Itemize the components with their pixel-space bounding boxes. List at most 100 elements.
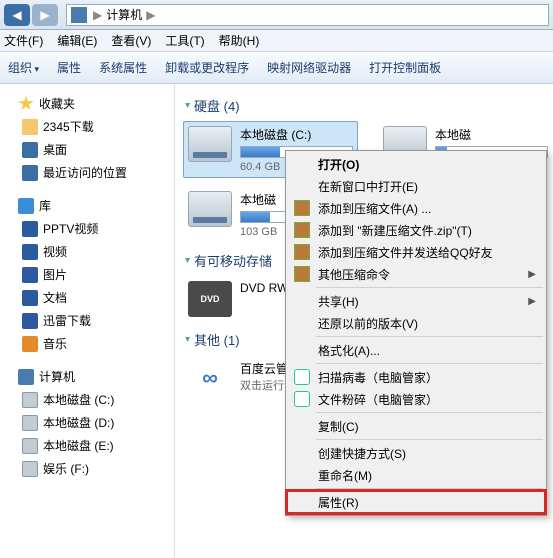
sidebar-item-drive-c[interactable]: 本地磁盘 (C:)	[4, 388, 170, 411]
sidebar-item-xunlei[interactable]: 迅雷下载	[4, 309, 170, 332]
context-item-label: 添加到压缩文件(A) ...	[318, 200, 431, 217]
nav-forward-button[interactable]: ▶	[32, 4, 58, 26]
context-item[interactable]: 格式化(A)...	[288, 339, 544, 361]
sidebar-item-music[interactable]: 音乐	[4, 332, 170, 355]
context-item[interactable]: 复制(C)	[288, 415, 544, 437]
context-menu: 打开(O) 在新窗口中打开(E) 添加到压缩文件(A) ... 添加到 "新建压缩文件…	[285, 150, 547, 516]
context-item[interactable]: 在新窗口中打开(E)	[288, 175, 544, 197]
menu-edit[interactable]: 编辑(E)	[57, 32, 97, 49]
context-item[interactable]: 属性(R)	[288, 491, 544, 513]
context-separator	[316, 488, 543, 489]
section-hdd[interactable]: 硬盘 (4)	[185, 96, 553, 115]
drive-icon	[22, 392, 38, 408]
zip-icon	[294, 200, 310, 216]
drive-label: 本地磁盘 (C:)	[240, 126, 353, 143]
toolbar-system-props[interactable]: 系统属性	[99, 59, 147, 76]
context-item-label: 打开(O)	[318, 156, 359, 173]
breadcrumb-sep: ▶	[91, 8, 104, 22]
context-item-label: 还原以前的版本(V)	[318, 315, 418, 332]
breadcrumb-sep: ▶	[144, 8, 157, 22]
computer-icon	[18, 369, 34, 385]
dvd-icon: DVD	[188, 281, 232, 317]
zip-icon	[294, 244, 310, 260]
qq-icon	[294, 369, 310, 385]
context-item-label: 添加到 "新建压缩文件.zip"(T)	[318, 222, 472, 239]
sidebar-item-documents[interactable]: 文档	[4, 286, 170, 309]
sidebar-item-desktop[interactable]: 桌面	[4, 138, 170, 161]
zip-icon	[294, 266, 310, 282]
context-item[interactable]: 共享(H)▶	[288, 290, 544, 312]
context-item[interactable]: 添加到压缩文件(A) ...	[288, 197, 544, 219]
drive-icon	[188, 191, 232, 227]
toolbar-uninstall[interactable]: 卸载或更改程序	[165, 59, 249, 76]
context-separator	[316, 412, 543, 413]
baidu-icon: ∞	[188, 360, 232, 396]
context-item[interactable]: 文件粉碎（电脑管家）	[288, 388, 544, 410]
sidebar-item-drive-d[interactable]: 本地磁盘 (D:)	[4, 411, 170, 434]
context-item[interactable]: 扫描病毒（电脑管家）	[288, 366, 544, 388]
context-item[interactable]: 创建快捷方式(S)	[288, 442, 544, 464]
toolbar-properties[interactable]: 属性	[57, 59, 81, 76]
desktop-icon	[22, 142, 38, 158]
sidebar-libraries-head[interactable]: 库	[4, 194, 170, 217]
context-separator	[316, 439, 543, 440]
sidebar: 收藏夹 2345下载 桌面 最近访问的位置 库 PPTV视频 视频 图片 文档 …	[0, 84, 175, 558]
toolbar-map-drive[interactable]: 映射网络驱动器	[267, 59, 351, 76]
video-icon	[22, 244, 38, 260]
submenu-arrow-icon: ▶	[528, 269, 536, 280]
sidebar-item-drive-f[interactable]: 娱乐 (F:)	[4, 457, 170, 480]
library-icon	[18, 198, 34, 214]
context-item[interactable]: 添加到 "新建压缩文件.zip"(T)	[288, 219, 544, 241]
sidebar-item-recent[interactable]: 最近访问的位置	[4, 161, 170, 184]
sidebar-item-pictures[interactable]: 图片	[4, 263, 170, 286]
breadcrumb-computer[interactable]: 计算机	[104, 6, 144, 23]
context-item-label: 属性(R)	[318, 494, 359, 511]
context-item[interactable]: 其他压缩命令 ▶	[288, 263, 544, 285]
download-icon	[22, 313, 38, 329]
sidebar-favorites: 收藏夹 2345下载 桌面 最近访问的位置	[4, 92, 170, 184]
sidebar-favorites-head[interactable]: 收藏夹	[4, 92, 170, 115]
context-separator	[316, 287, 543, 288]
menu-view[interactable]: 查看(V)	[111, 32, 151, 49]
video-icon	[22, 221, 38, 237]
sidebar-computer-head[interactable]: 计算机	[4, 365, 170, 388]
computer-icon	[71, 7, 87, 23]
nav-back-button[interactable]: ◀	[4, 4, 30, 26]
context-item[interactable]: 重命名(M)	[288, 464, 544, 486]
context-item-label: 创建快捷方式(S)	[318, 445, 406, 462]
drive-icon	[22, 415, 38, 431]
context-item-label: 其他压缩命令	[318, 266, 390, 283]
context-separator	[316, 336, 543, 337]
submenu-arrow-icon: ▶	[528, 296, 536, 307]
context-item-label: 格式化(A)...	[318, 342, 380, 359]
context-item-label: 重命名(M)	[318, 467, 372, 484]
drive-label: 本地磁	[435, 126, 548, 143]
toolbar-organize[interactable]: 组织	[8, 59, 39, 76]
sidebar-item-pptv[interactable]: PPTV视频	[4, 217, 170, 240]
menu-tools[interactable]: 工具(T)	[165, 32, 204, 49]
music-icon	[22, 336, 38, 352]
context-item[interactable]: 打开(O)	[288, 153, 544, 175]
sidebar-computer-label: 计算机	[39, 368, 75, 385]
sidebar-libraries: 库 PPTV视频 视频 图片 文档 迅雷下载 音乐	[4, 194, 170, 355]
titlebar: ◀ ▶ ▶ 计算机 ▶	[0, 0, 553, 30]
picture-icon	[22, 267, 38, 283]
context-item[interactable]: 添加到压缩文件并发送给QQ好友	[288, 241, 544, 263]
menubar: 文件(F) 编辑(E) 查看(V) 工具(T) 帮助(H)	[0, 30, 553, 52]
qq-icon	[294, 391, 310, 407]
sidebar-libraries-label: 库	[39, 197, 51, 214]
sidebar-item-drive-e[interactable]: 本地磁盘 (E:)	[4, 434, 170, 457]
address-bar[interactable]: ▶ 计算机 ▶	[66, 4, 549, 26]
sidebar-item-2345[interactable]: 2345下载	[4, 115, 170, 138]
menu-file[interactable]: 文件(F)	[4, 32, 43, 49]
folder-icon	[22, 119, 38, 135]
menu-help[interactable]: 帮助(H)	[219, 32, 260, 49]
toolbar-control-panel[interactable]: 打开控制面板	[369, 59, 441, 76]
sidebar-item-video[interactable]: 视频	[4, 240, 170, 263]
toolbar: 组织 属性 系统属性 卸载或更改程序 映射网络驱动器 打开控制面板	[0, 52, 553, 84]
context-item[interactable]: 还原以前的版本(V)	[288, 312, 544, 334]
context-separator	[316, 363, 543, 364]
context-item-label: 添加到压缩文件并发送给QQ好友	[318, 244, 493, 261]
context-item-label: 在新窗口中打开(E)	[318, 178, 418, 195]
context-item-label: 扫描病毒（电脑管家）	[318, 369, 438, 386]
